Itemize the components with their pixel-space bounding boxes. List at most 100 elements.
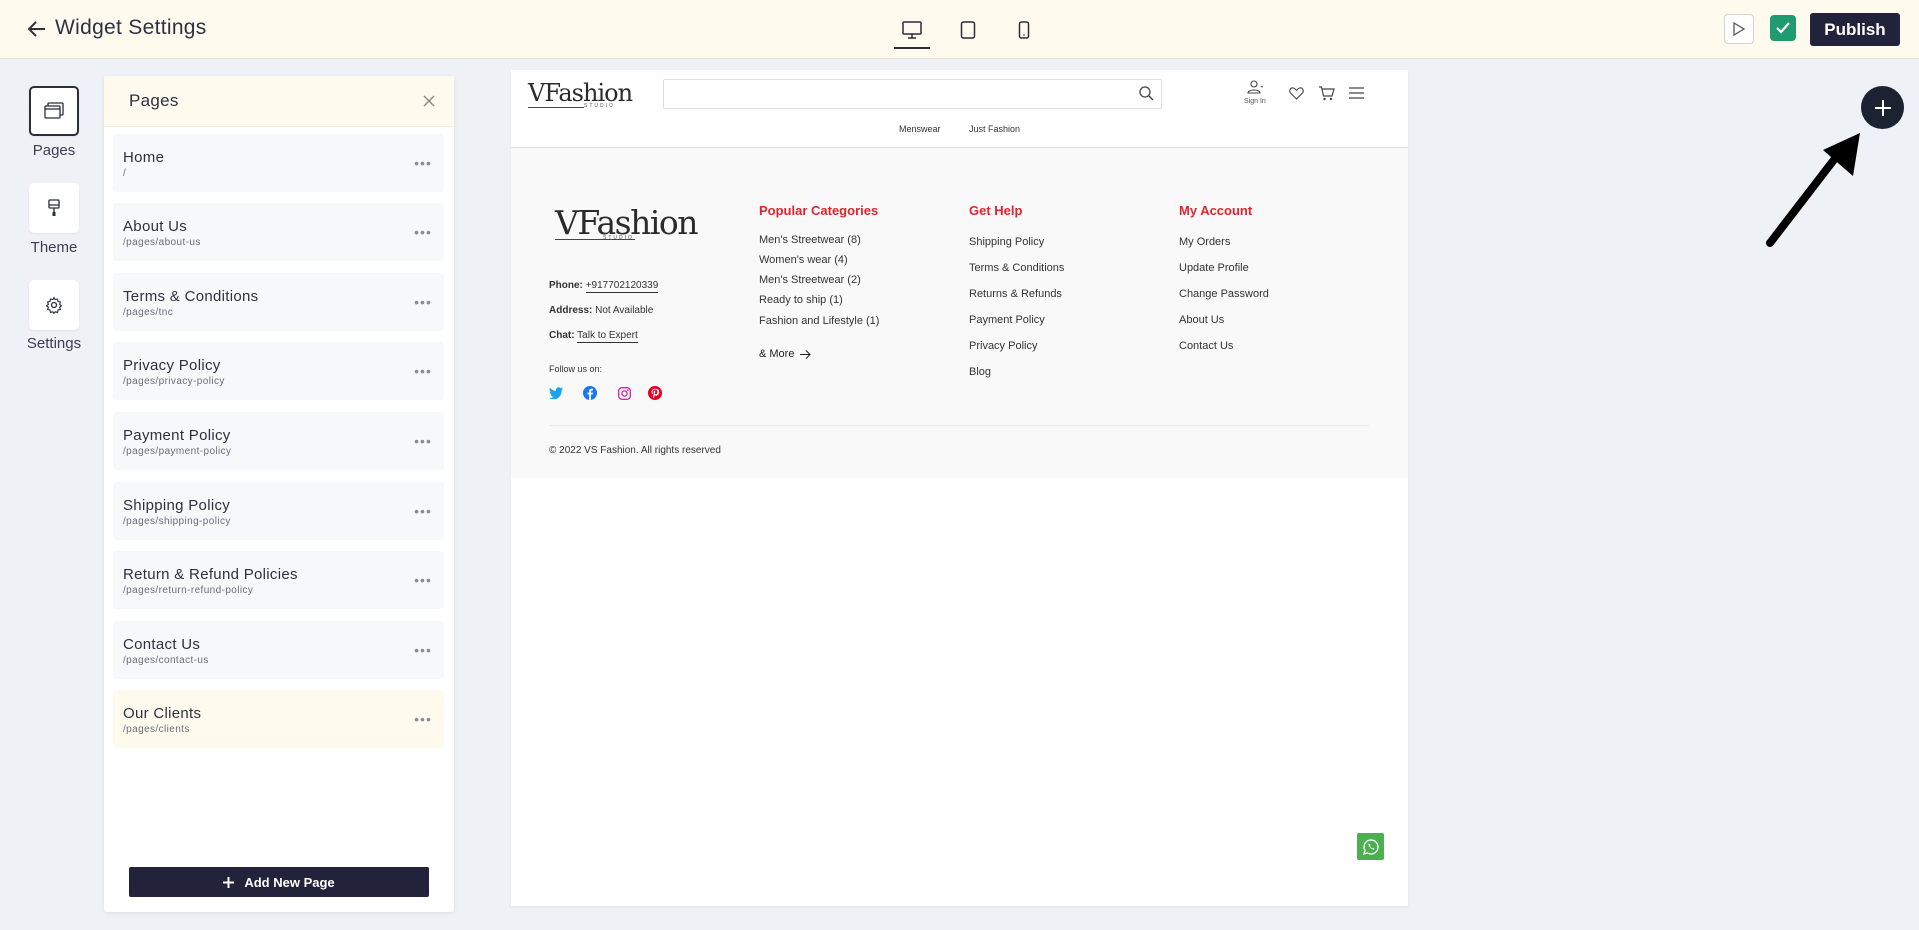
page-item-name: Contact Us (123, 636, 201, 653)
mobile-view-button[interactable] (1006, 12, 1042, 48)
page-item-name: Home (123, 149, 165, 166)
footer-link[interactable]: Ready to ship (1) (759, 294, 843, 306)
footer-link[interactable]: Fashion and Lifestyle (1) (759, 315, 879, 327)
phone-link[interactable]: +917702120339 (585, 280, 659, 293)
page-item-about-us[interactable]: About Us /pages/about-us ••• (113, 203, 444, 261)
footer-col-my-account-heading: My Account (1179, 203, 1253, 218)
nav-link-menswear[interactable]: Menswear (899, 124, 941, 134)
more-options-icon[interactable]: ••• (412, 641, 434, 659)
page-title: Widget Settings (55, 16, 207, 39)
footer-link[interactable]: Terms & Conditions (969, 262, 1064, 274)
footer-link[interactable]: Change Password (1179, 288, 1269, 300)
hamburger-menu-icon[interactable] (1347, 84, 1365, 102)
page-item-path: /pages/shipping-policy (123, 516, 231, 527)
page-item-privacy-policy[interactable]: Privacy Policy /pages/privacy-policy ••• (113, 342, 444, 400)
tablet-icon (960, 21, 976, 39)
rail-settings-label: Settings (26, 335, 82, 352)
desktop-view-button[interactable] (894, 12, 930, 49)
footer-link[interactable]: Update Profile (1179, 262, 1249, 274)
more-options-icon[interactable]: ••• (412, 223, 434, 241)
play-icon (1733, 22, 1745, 36)
footer-link[interactable]: Privacy Policy (969, 340, 1037, 352)
more-options-icon[interactable]: ••• (412, 571, 434, 589)
footer-chat: Chat: Talk to Expert (549, 330, 638, 343)
footer-link[interactable]: Men's Streetwear (8) (759, 234, 861, 246)
page-item-our-clients[interactable]: Our Clients /pages/clients ••• (113, 690, 444, 748)
footer-link[interactable]: About Us (1179, 314, 1224, 326)
pinterest-icon[interactable] (648, 386, 662, 400)
site-header: VFashion STUDIO Sign In Menswear Just Fa… (511, 70, 1408, 148)
save-check-button[interactable] (1770, 15, 1796, 41)
footer-col-get-help-heading: Get Help (969, 203, 1023, 218)
footer-link[interactable]: Contact Us (1179, 340, 1233, 352)
footer-link[interactable]: Blog (969, 366, 991, 378)
facebook-icon[interactable] (583, 386, 597, 400)
page-item-path: / (123, 168, 127, 179)
add-widget-button[interactable] (1861, 86, 1904, 129)
footer-divider (549, 425, 1369, 426)
publish-button[interactable]: Publish (1810, 13, 1900, 46)
footer-phone: Phone: +917702120339 (549, 280, 659, 293)
chat-link[interactable]: Talk to Expert (577, 330, 638, 343)
arrow-right-icon (800, 349, 812, 359)
footer-link[interactable]: Payment Policy (969, 314, 1045, 326)
top-bar: Widget Settings Publish (0, 0, 1919, 59)
more-options-icon[interactable]: ••• (412, 432, 434, 450)
more-options-icon[interactable]: ••• (412, 502, 434, 520)
page-item-contact-us[interactable]: Contact Us /pages/contact-us ••• (113, 621, 444, 679)
add-new-page-button[interactable]: Add New Page (129, 867, 429, 897)
more-categories-link[interactable]: & More (759, 348, 812, 360)
heart-icon[interactable] (1287, 84, 1305, 102)
search-input[interactable] (663, 79, 1162, 109)
rail-pages-label: Pages (32, 142, 76, 159)
sign-in-label[interactable]: Sign In (1244, 98, 1266, 105)
close-icon[interactable] (420, 92, 438, 110)
page-item-shipping-policy[interactable]: Shipping Policy /pages/shipping-policy •… (113, 482, 444, 540)
footer-link[interactable]: Women's wear (4) (759, 254, 848, 266)
footer-link[interactable]: My Orders (1179, 236, 1230, 248)
more-options-icon[interactable]: ••• (412, 362, 434, 380)
more-options-icon[interactable]: ••• (412, 293, 434, 311)
page-item-home[interactable]: Home / ••• (113, 134, 444, 192)
copyright-text: © 2022 VS Fashion. All rights reserved (549, 445, 721, 456)
more-options-icon[interactable]: ••• (412, 154, 434, 172)
more-options-icon[interactable]: ••• (412, 710, 434, 728)
search-icon[interactable] (1139, 86, 1155, 102)
twitter-icon[interactable] (549, 386, 563, 400)
footer-link[interactable]: Shipping Policy (969, 236, 1044, 248)
footer-link[interactable]: Returns & Refunds (969, 288, 1062, 300)
page-item-return-refund[interactable]: Return & Refund Policies /pages/return-r… (113, 551, 444, 609)
desktop-icon (902, 21, 922, 39)
device-switcher (894, 12, 1042, 49)
site-footer: VFashion STUDIO Phone: +917702120339 Add… (511, 148, 1408, 478)
page-item-name: Shipping Policy (123, 497, 231, 514)
pages-panel-title: Pages (129, 91, 179, 110)
user-icon[interactable] (1246, 78, 1264, 96)
rail-theme-button[interactable] (29, 183, 79, 233)
site-logo-sub: STUDIO (584, 103, 615, 109)
plus-icon (1874, 99, 1891, 116)
page-item-name: Terms & Conditions (123, 288, 259, 305)
rail-pages-button[interactable] (29, 86, 79, 136)
page-item-payment-policy[interactable]: Payment Policy /pages/payment-policy ••• (113, 412, 444, 470)
tablet-view-button[interactable] (950, 12, 986, 48)
instagram-icon[interactable] (617, 386, 631, 400)
nav-link-just-fashion[interactable]: Just Fashion (969, 124, 1020, 134)
whatsapp-button[interactable] (1357, 833, 1384, 860)
site-preview: VFashion STUDIO Sign In Menswear Just Fa… (511, 70, 1408, 906)
chat-label: Chat: (549, 330, 575, 341)
site-logo[interactable]: VFashion (528, 79, 633, 107)
back-arrow-icon[interactable] (26, 18, 48, 40)
page-item-name: Return & Refund Policies (123, 566, 298, 583)
page-item-name: Privacy Policy (123, 357, 221, 374)
cart-icon[interactable] (1317, 84, 1335, 102)
page-item-terms[interactable]: Terms & Conditions /pages/tnc ••• (113, 273, 444, 331)
preview-button[interactable] (1724, 14, 1754, 44)
footer-col-popular-categories-heading: Popular Categories (759, 203, 879, 218)
follow-us-label: Follow us on: (549, 364, 603, 374)
page-item-name: About Us (123, 218, 188, 235)
page-item-path: /pages/return-refund-policy (123, 585, 254, 596)
rail-settings-button[interactable] (29, 280, 79, 330)
footer-address: Address: Not Available (549, 305, 653, 316)
footer-link[interactable]: Men's Streetwear (2) (759, 274, 861, 286)
